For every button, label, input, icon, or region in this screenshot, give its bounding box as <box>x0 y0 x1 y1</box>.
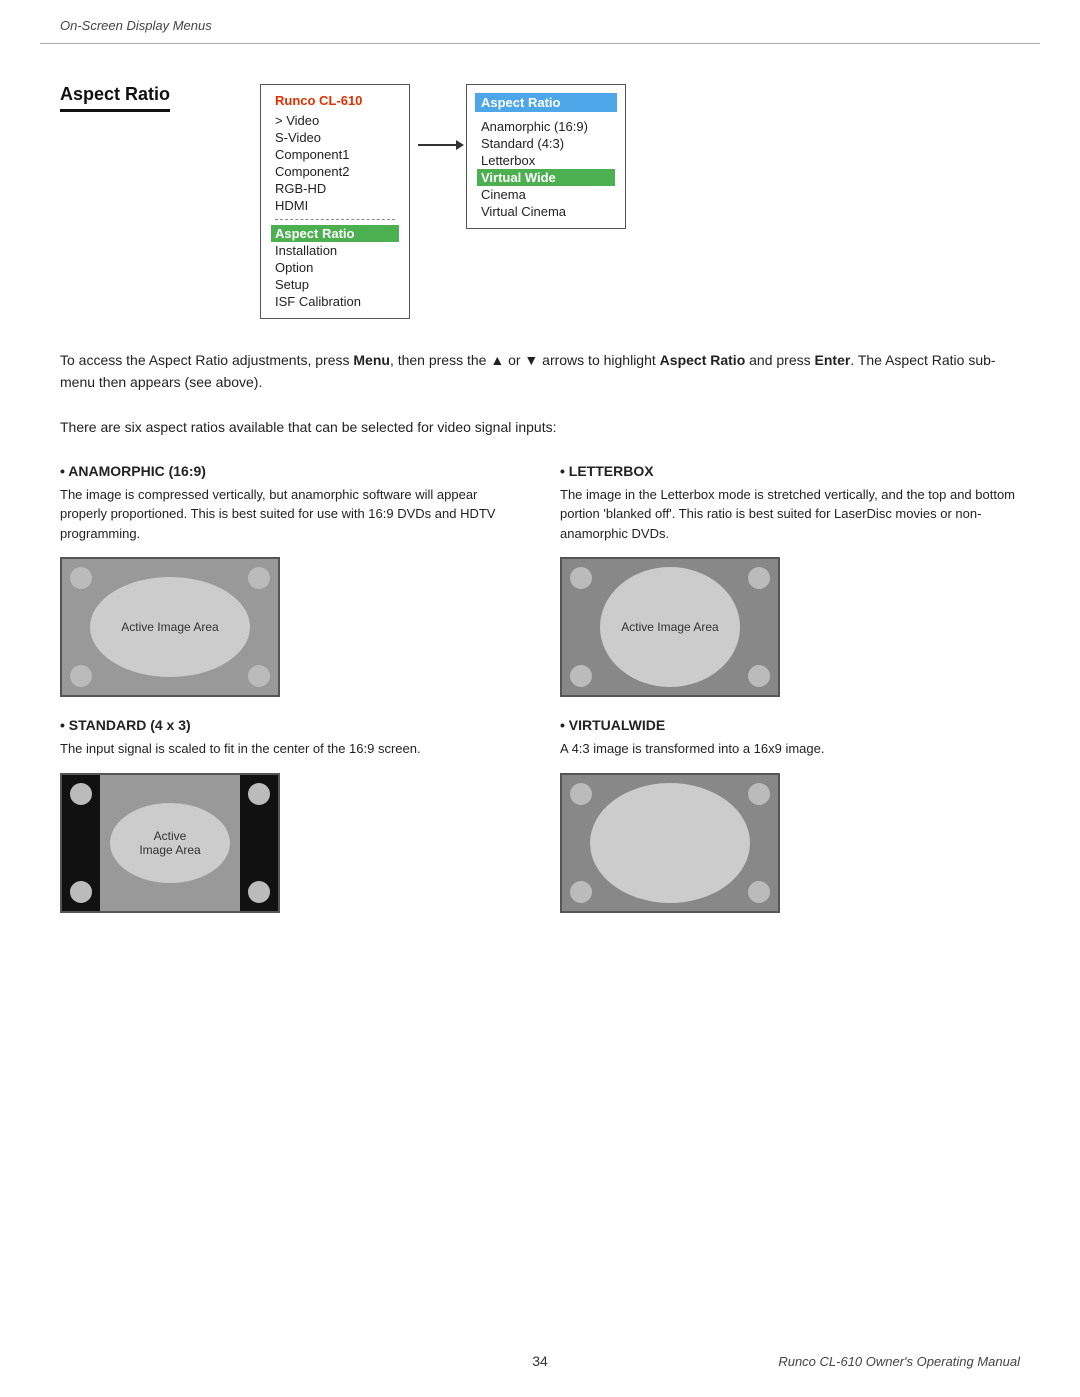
menu-diagram: Runco CL-610 Video S-Video Component1 Co… <box>260 84 626 319</box>
menu-item-isf: ISF Calibration <box>275 293 395 310</box>
aspects-grid: • ANAMORPHIC (16:9) The image is compres… <box>60 463 1020 933</box>
section-title-block: Aspect Ratio <box>60 84 220 112</box>
corner-br <box>748 665 770 687</box>
section-title-row: Aspect Ratio Runco CL-610 Video S-Video … <box>60 84 1020 319</box>
standard-diagram: ActiveImage Area <box>60 773 280 913</box>
letterbox-desc: The image in the Letterbox mode is stret… <box>560 485 1020 544</box>
menu-item-setup: Setup <box>275 276 395 293</box>
menu-title: Runco CL-610 <box>275 93 395 108</box>
description-line1: To access the Aspect Ratio adjustments, … <box>60 349 1020 394</box>
menu-item-svideo: S-Video <box>275 129 395 146</box>
main-content: Aspect Ratio Runco CL-610 Video S-Video … <box>0 44 1080 993</box>
letterbox-diagram: Active Image Area <box>560 557 780 697</box>
page-number: 34 <box>532 1353 548 1369</box>
menu-item-hdmi: HDMI <box>275 197 395 214</box>
corner-bl <box>70 881 92 903</box>
menu-divider <box>275 219 395 220</box>
anamorphic-desc: The image is compressed vertically, but … <box>60 485 520 544</box>
menu-item-component1: Component1 <box>275 146 395 163</box>
corner-br <box>248 881 270 903</box>
submenu-box: Aspect Ratio Anamorphic (16:9) Standard … <box>466 84 626 229</box>
description-block: To access the Aspect Ratio adjustments, … <box>60 349 1020 439</box>
corner-tr <box>248 783 270 805</box>
corner-tr <box>748 783 770 805</box>
corner-bl <box>70 665 92 687</box>
corner-tr <box>748 567 770 589</box>
menu-item-video: Video <box>275 112 395 129</box>
corner-tl <box>70 567 92 589</box>
virtualwide-active-area <box>590 783 750 903</box>
section-title: Aspect Ratio <box>60 84 170 112</box>
standard-active-area: ActiveImage Area <box>110 803 230 883</box>
menu-item-rgbhd: RGB-HD <box>275 180 395 197</box>
virtualwide-desc: A 4:3 image is transformed into a 16x9 i… <box>560 739 1020 759</box>
header-label: On-Screen Display Menus <box>60 18 212 33</box>
corner-bl <box>570 881 592 903</box>
letterbox-heading: • LETTERBOX <box>560 463 1020 479</box>
standard-heading: • STANDARD (4 x 3) <box>60 717 520 733</box>
corner-tr <box>248 567 270 589</box>
submenu-item-anamorphic: Anamorphic (16:9) <box>481 118 611 135</box>
aspect-letterbox: • LETTERBOX The image in the Letterbox m… <box>560 463 1020 698</box>
page-footer: 34 Runco CL-610 Owner's Operating Manual <box>0 1353 1080 1369</box>
aspect-anamorphic: • ANAMORPHIC (16:9) The image is compres… <box>60 463 520 698</box>
corner-br <box>748 881 770 903</box>
description-line2: There are six aspect ratios available th… <box>60 416 1020 438</box>
page-header: On-Screen Display Menus <box>0 0 1080 43</box>
menu-item-option: Option <box>275 259 395 276</box>
submenu-item-cinema: Cinema <box>481 186 611 203</box>
menu-item-installation: Installation <box>275 242 395 259</box>
anamorphic-active-area: Active Image Area <box>90 577 250 677</box>
corner-bl <box>570 665 592 687</box>
standard-desc: The input signal is scaled to fit in the… <box>60 739 520 759</box>
submenu-item-standard: Standard (4:3) <box>481 135 611 152</box>
menu-item-aspect-ratio: Aspect Ratio <box>271 225 399 242</box>
aspect-standard: • STANDARD (4 x 3) The input signal is s… <box>60 717 520 913</box>
corner-tl <box>570 783 592 805</box>
submenu-item-virtualwide: Virtual Wide <box>477 169 615 186</box>
arrow-connector <box>410 144 466 146</box>
aspect-virtualwide: • VIRTUALWIDE A 4:3 image is transformed… <box>560 717 1020 913</box>
submenu-item-virtualcinema: Virtual Cinema <box>481 203 611 220</box>
anamorphic-heading: • ANAMORPHIC (16:9) <box>60 463 520 479</box>
menu-item-component2: Component2 <box>275 163 395 180</box>
letterbox-active-area: Active Image Area <box>600 567 740 687</box>
submenu-item-letterbox: Letterbox <box>481 152 611 169</box>
virtualwide-diagram <box>560 773 780 913</box>
anamorphic-diagram: Active Image Area <box>60 557 280 697</box>
corner-tl <box>570 567 592 589</box>
corner-tl <box>70 783 92 805</box>
footer-right-text: Runco CL-610 Owner's Operating Manual <box>778 1354 1020 1369</box>
arrow-line <box>418 144 458 146</box>
corner-br <box>248 665 270 687</box>
virtualwide-heading: • VIRTUALWIDE <box>560 717 1020 733</box>
main-menu-box: Runco CL-610 Video S-Video Component1 Co… <box>260 84 410 319</box>
submenu-title: Aspect Ratio <box>475 93 617 112</box>
